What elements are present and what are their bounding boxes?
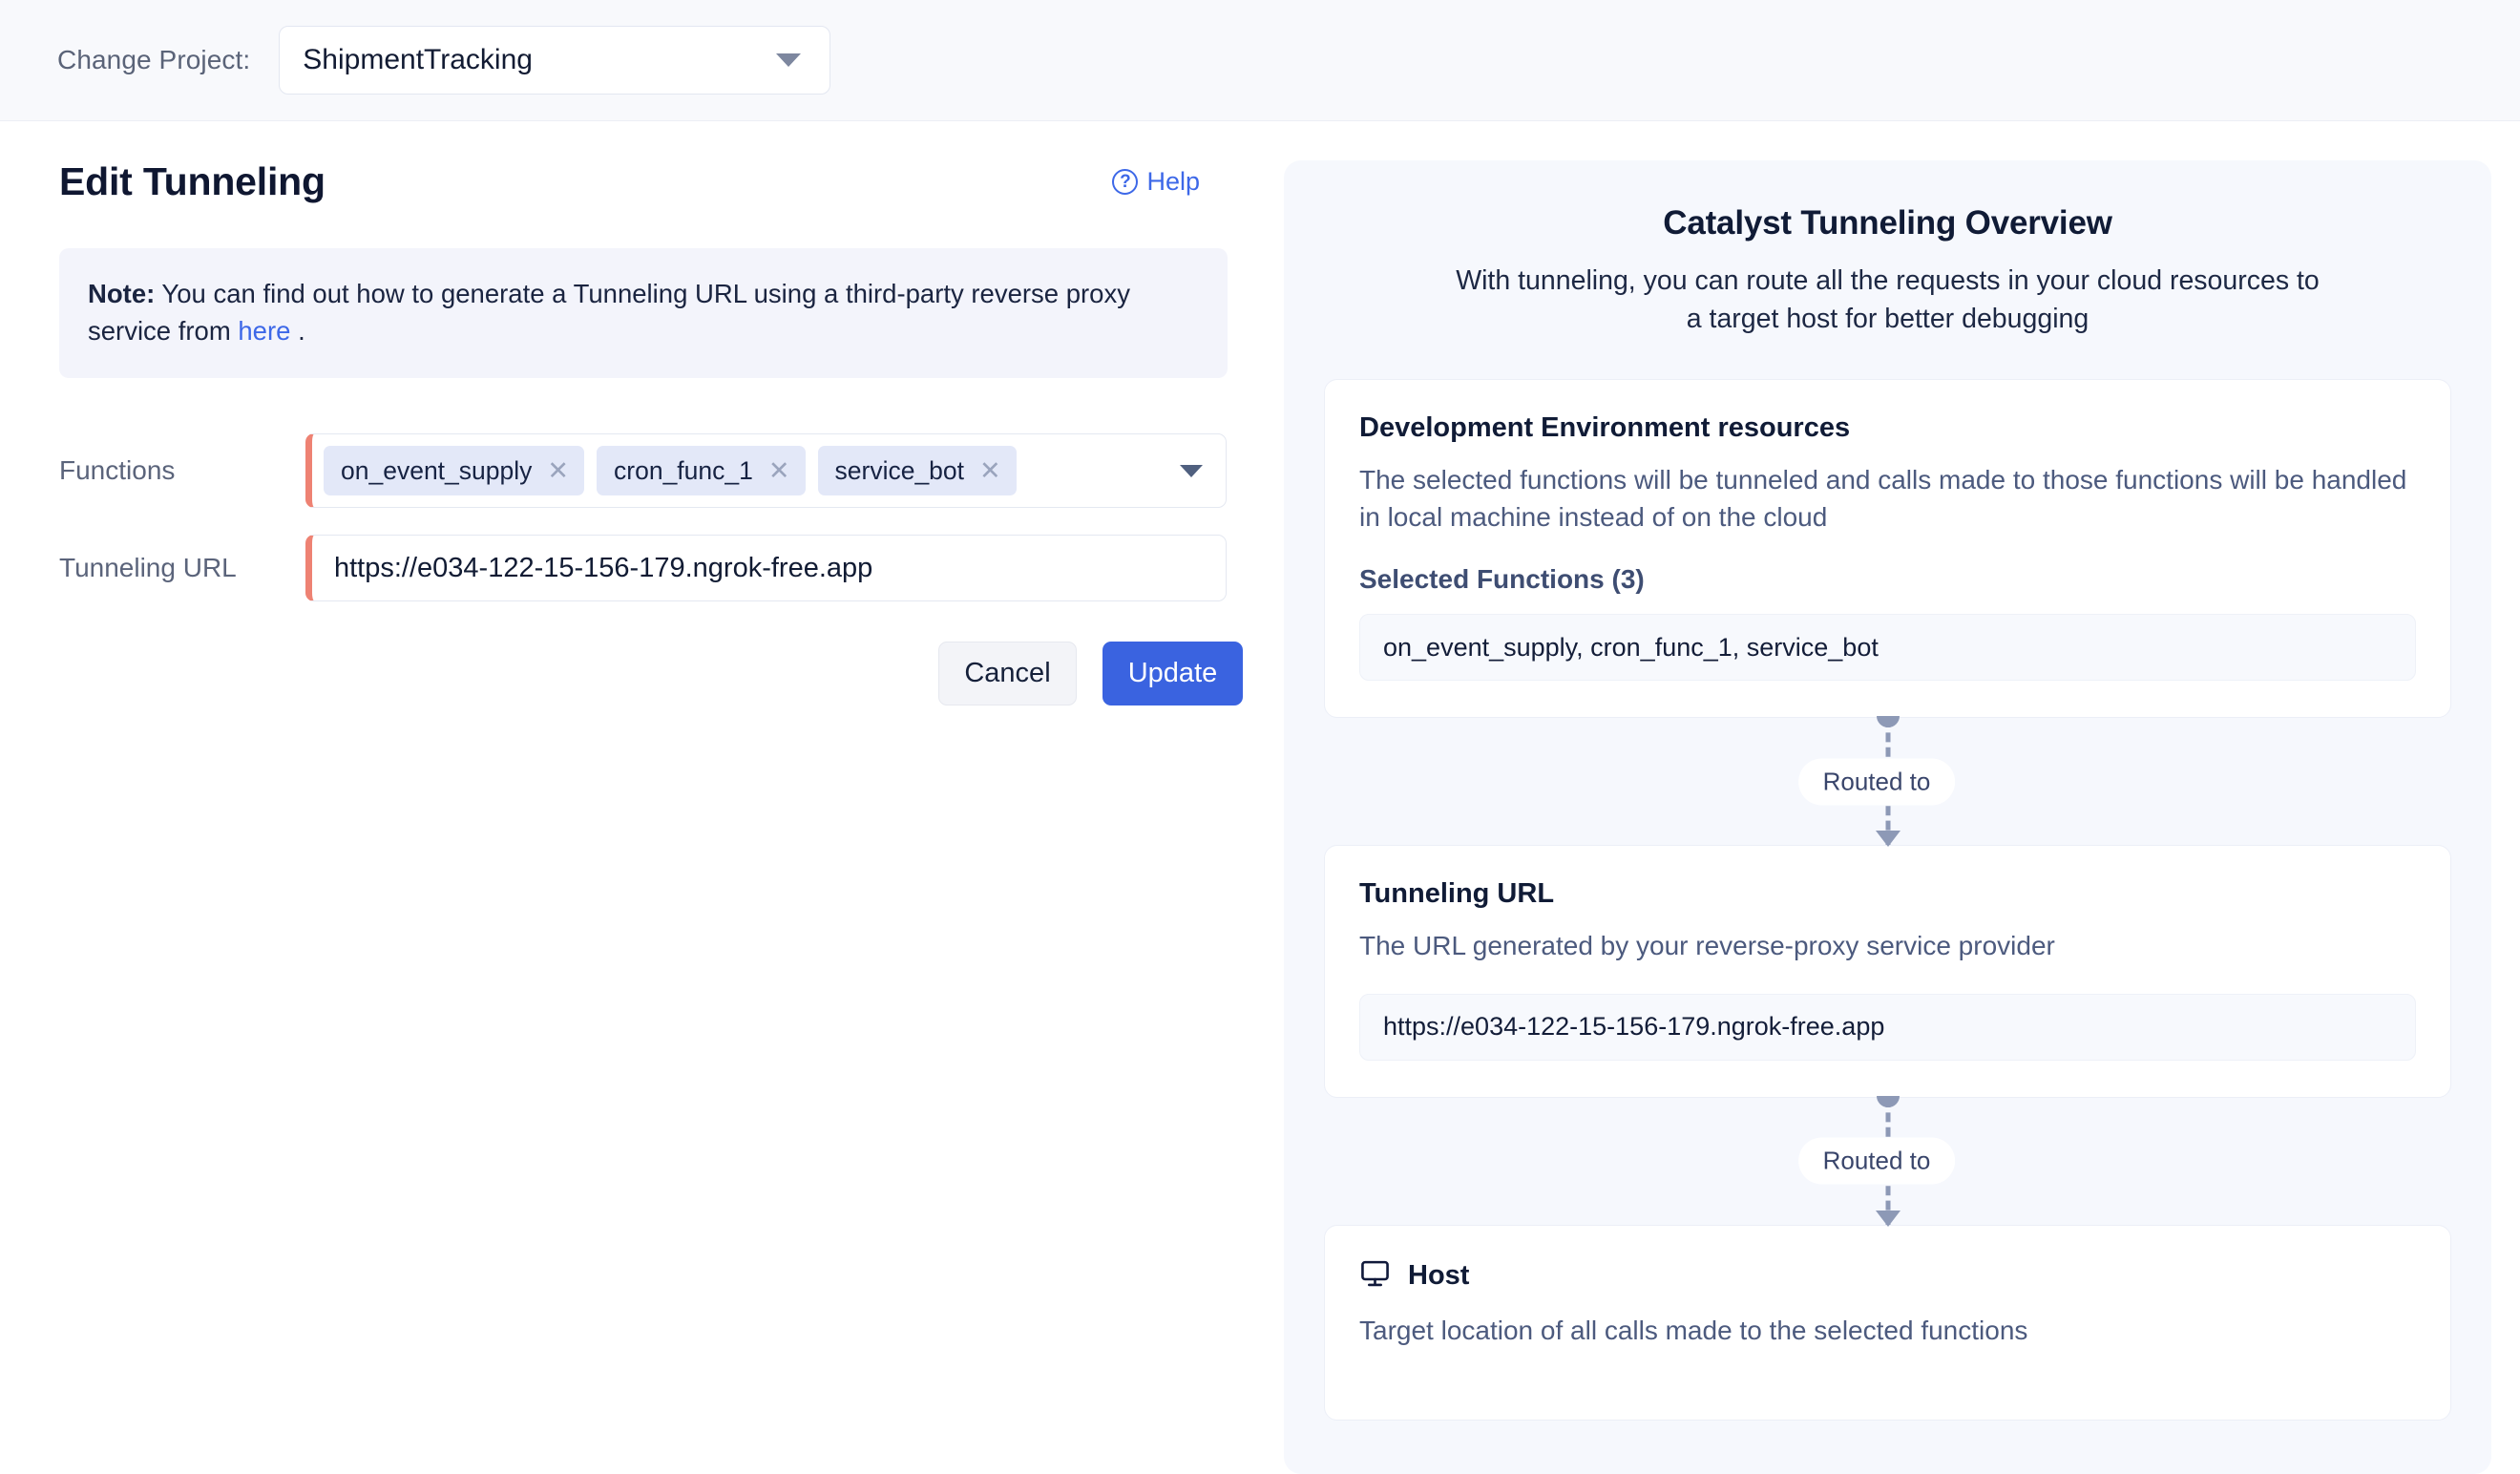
update-button[interactable]: Update: [1102, 642, 1243, 706]
note-here-link[interactable]: here: [238, 316, 290, 346]
functions-tag-list: on_event_supply ✕ cron_func_1 ✕ service_…: [324, 446, 1180, 496]
cancel-button[interactable]: Cancel: [938, 642, 1077, 706]
catalyst-tunneling-overview: Catalyst Tunneling Overview With tunneli…: [1284, 160, 2491, 1474]
connector-start-cap-icon: [1876, 716, 1900, 728]
chevron-down-icon[interactable]: [1180, 464, 1203, 477]
function-tag[interactable]: cron_func_1 ✕: [597, 446, 806, 496]
host-card-header: Host: [1359, 1258, 2416, 1295]
function-tag[interactable]: on_event_supply ✕: [324, 446, 585, 496]
page-title: Edit Tunneling: [59, 159, 326, 203]
project-select-value: ShipmentTracking: [303, 44, 533, 75]
connector-start-cap-icon: [1876, 1095, 1900, 1107]
tunneling-url-card-title: Tunneling URL: [1359, 878, 1555, 910]
functions-row: Functions on_event_supply ✕ cron_func_1 …: [59, 433, 1227, 509]
edit-tunneling-pane: Edit Tunneling ? Help Note: You can find…: [0, 121, 1284, 1474]
tunneling-url-label: Tunneling URL: [59, 553, 237, 583]
dev-environment-card-description: The selected functions will be tunneled …: [1359, 464, 2407, 533]
note-body-after-link: .: [290, 316, 305, 347]
overview-pane: Catalyst Tunneling Overview With tunneli…: [1284, 121, 2520, 1474]
chevron-down-icon: [776, 53, 802, 67]
arrow-down-icon: [1875, 831, 1900, 848]
main-content: Edit Tunneling ? Help Note: You can find…: [0, 121, 2520, 1474]
overview-subtitle: With tunneling, you can route all the re…: [1456, 265, 2320, 335]
functions-label: Functions: [59, 455, 176, 486]
function-tag-label: service_bot: [834, 455, 965, 485]
form-actions: Cancel Update: [59, 642, 1243, 706]
tunneling-url-card-value: https://e034-122-15-156-179.ngrok-free.a…: [1359, 993, 2416, 1061]
help-label: Help: [1146, 167, 1200, 196]
tunneling-url-field[interactable]: [305, 535, 1227, 602]
selected-functions-label: Selected Functions (3): [1359, 564, 1645, 595]
note-prefix: Note:: [88, 279, 156, 308]
pane-header: Edit Tunneling ? Help: [59, 159, 1227, 204]
change-project-label: Change Project:: [57, 45, 251, 74]
connector-2: Routed to: [1324, 1095, 2451, 1227]
host-card-description: Target location of all calls made to the…: [1359, 1315, 2028, 1345]
function-tag-label: cron_func_1: [614, 455, 753, 485]
tunneling-form: Functions on_event_supply ✕ cron_func_1 …: [59, 433, 1243, 706]
selected-functions-value: on_event_supply, cron_func_1, service_bo…: [1359, 614, 2416, 682]
dev-environment-card-title: Development Environment resources: [1359, 411, 1851, 443]
tunneling-url-card: Tunneling URL The URL generated by your …: [1324, 845, 2451, 1098]
tunneling-url-row: Tunneling URL: [59, 535, 1227, 602]
functions-multiselect[interactable]: on_event_supply ✕ cron_func_1 ✕ service_…: [305, 433, 1227, 509]
close-icon[interactable]: ✕: [547, 457, 569, 484]
tunneling-url-card-description: The URL generated by your reverse-proxy …: [1359, 931, 2055, 961]
question-mark-circle-icon: ?: [1112, 169, 1139, 195]
connector-label: Routed to: [1797, 1137, 1956, 1185]
help-link[interactable]: ? Help: [1112, 167, 1200, 197]
project-select-dropdown[interactable]: ShipmentTracking: [279, 26, 831, 95]
tunneling-url-input[interactable]: [324, 552, 1212, 584]
note-box: Note: You can find out how to generate a…: [59, 248, 1228, 379]
arrow-down-icon: [1875, 1210, 1900, 1227]
top-bar: Change Project: ShipmentTracking: [0, 0, 2520, 121]
close-icon[interactable]: ✕: [979, 457, 1001, 484]
function-tag-label: on_event_supply: [341, 455, 533, 485]
host-card-title: Host: [1408, 1260, 1470, 1291]
close-icon[interactable]: ✕: [768, 457, 790, 484]
monitor-icon: [1359, 1258, 1391, 1295]
connector-label: Routed to: [1797, 758, 1956, 806]
overview-title: Catalyst Tunneling Overview: [1663, 204, 2112, 242]
connector-1: Routed to: [1324, 716, 2451, 848]
function-tag[interactable]: service_bot ✕: [817, 446, 1017, 496]
dev-environment-card: Development Environment resources The se…: [1324, 378, 2451, 719]
host-card: Host Target location of all calls made t…: [1324, 1224, 2451, 1421]
